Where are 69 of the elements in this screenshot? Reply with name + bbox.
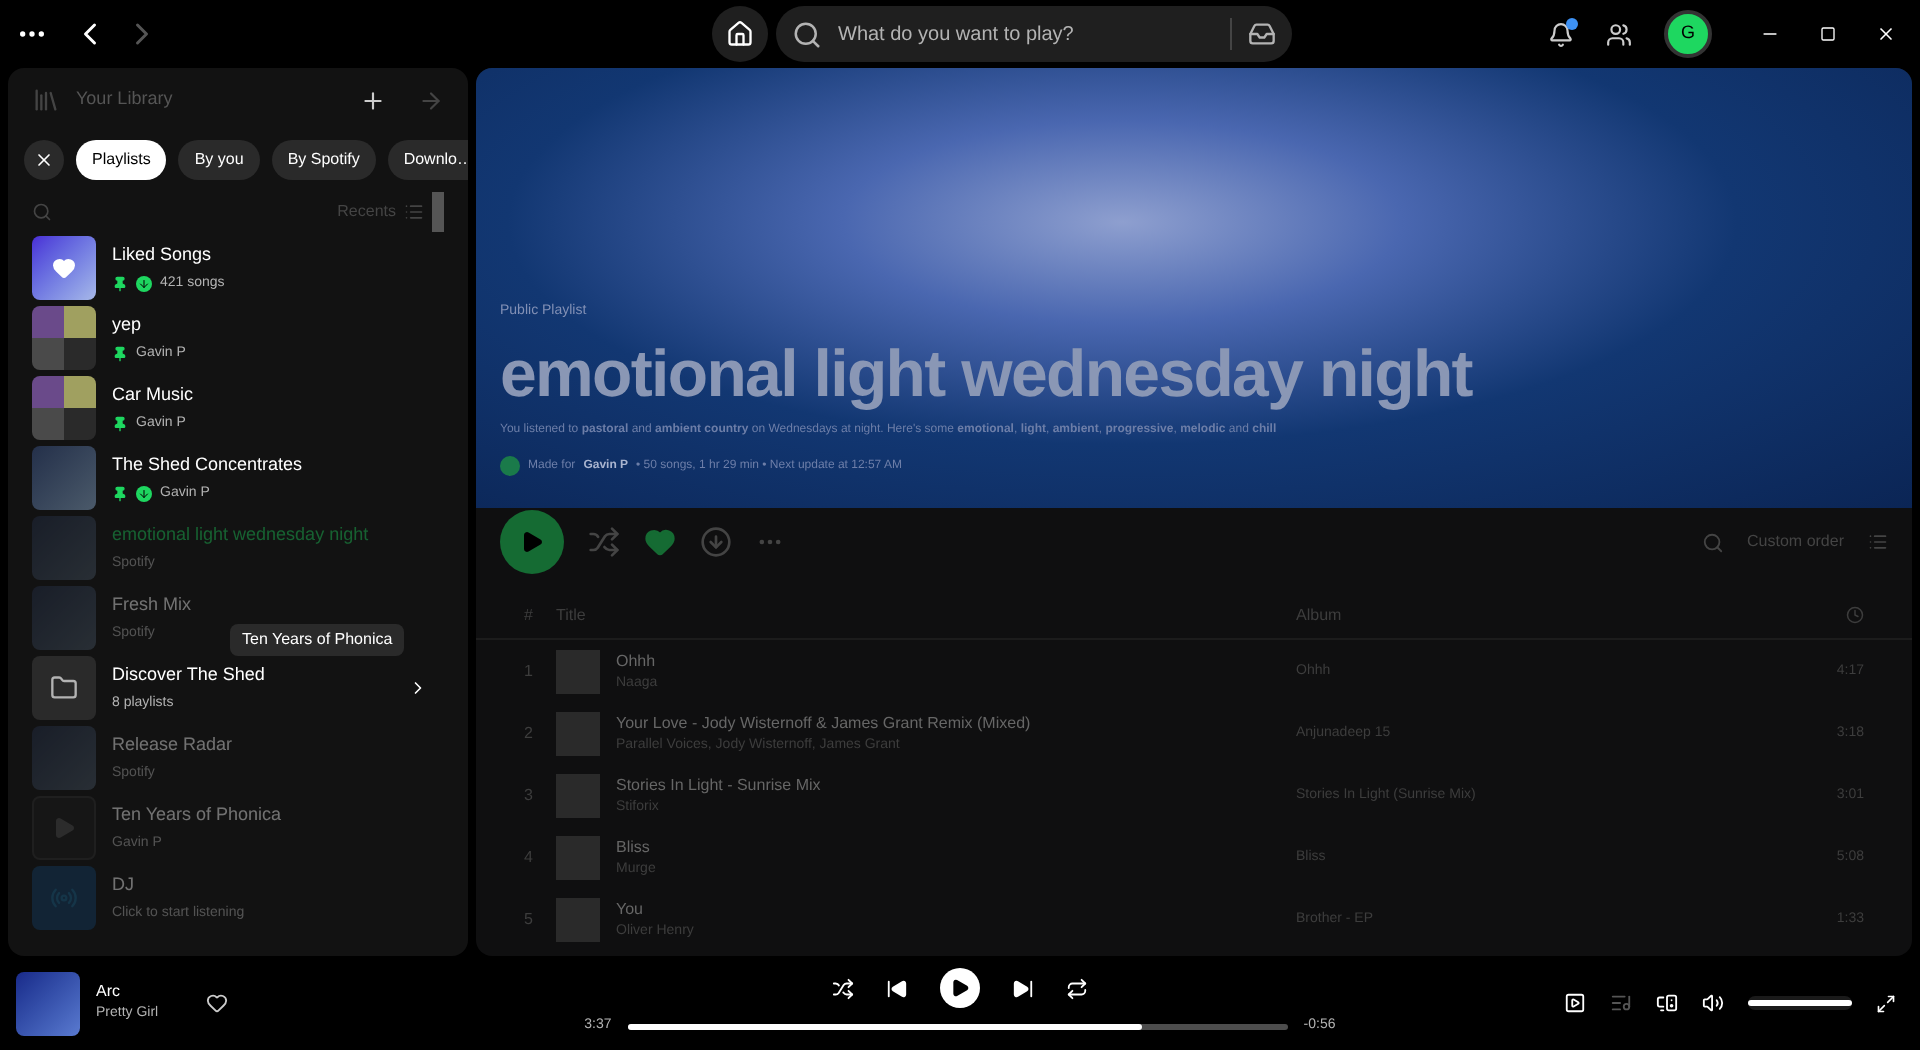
now-playing-title[interactable]: Arc (96, 980, 159, 1005)
item-title[interactable]: The Shed Concentrates (112, 452, 303, 479)
playlist-mosaic (32, 376, 96, 440)
album-cover (16, 971, 80, 1035)
playlist-cover (32, 726, 96, 790)
playlist-mosaic (32, 306, 96, 370)
close-icon[interactable] (1876, 24, 1896, 44)
liked-songs-cover (32, 236, 96, 300)
playlist-title: emotional light wednesday night (500, 333, 1475, 414)
playlist-cover (32, 516, 96, 580)
filter-chip[interactable]: Downlo… (387, 140, 468, 180)
previous-icon[interactable] (885, 977, 908, 1000)
profile-avatar[interactable]: G (1664, 10, 1712, 58)
now-playing-view-icon[interactable] (1564, 992, 1586, 1014)
repeat-icon[interactable] (1065, 977, 1088, 1000)
filter-chip[interactable]: By Spotify (271, 140, 376, 180)
track-title: Your Love - Jody Wisternoff & James Grant Remix (Mixed) (616, 711, 1033, 736)
track-title: Ohhh (616, 649, 658, 674)
add-icon[interactable] (360, 87, 386, 113)
search-field[interactable]: What do you want to play? (776, 6, 1292, 62)
devices-icon[interactable] (1656, 992, 1678, 1014)
item-title[interactable]: DJ (112, 872, 134, 899)
drag-tooltip: Ten Years of Phonica (230, 624, 405, 656)
column-header: # (524, 603, 535, 627)
track-title: Stories In Light - Sunrise Mix (616, 773, 823, 798)
item-title[interactable]: Car Music (112, 382, 194, 409)
item-title[interactable]: Liked Songs (112, 242, 212, 269)
item-title[interactable]: Discover The Shed (112, 662, 265, 689)
volume-icon[interactable] (1702, 992, 1724, 1014)
home-icon (726, 20, 754, 48)
track-title: You (616, 897, 645, 922)
search-input[interactable]: What do you want to play? (838, 19, 1214, 49)
shuffle-icon[interactable] (831, 977, 854, 1000)
track-title: Bliss (616, 835, 652, 860)
filter-chip[interactable]: Playlists (76, 140, 167, 180)
scrollbar-thumb[interactable] (432, 192, 444, 232)
track-artwork (556, 650, 600, 694)
folder-icon (50, 674, 78, 702)
volume-slider[interactable] (1748, 996, 1852, 1010)
library-title: Your Library (76, 86, 175, 113)
progress-track[interactable] (627, 1024, 1288, 1030)
like-icon[interactable] (206, 992, 229, 1014)
item-title[interactable]: Ten Years of Phonica (112, 802, 282, 829)
track-artwork (556, 712, 600, 756)
search-icon (792, 19, 822, 49)
track-artwork (556, 774, 600, 818)
track-artwork (556, 898, 600, 942)
clear-filter-button[interactable] (24, 140, 64, 180)
friends-icon[interactable] (1606, 21, 1632, 47)
playlist-cover (32, 586, 96, 650)
duration-icon (1846, 606, 1864, 624)
playlist-cover (32, 446, 96, 510)
browse-icon[interactable] (1248, 20, 1276, 48)
next-icon[interactable] (1011, 977, 1034, 1000)
play-icon (949, 978, 970, 999)
item-title[interactable]: Fresh Mix (112, 592, 192, 619)
play-icon (520, 530, 544, 554)
play-button[interactable] (939, 968, 980, 1009)
dj-cover (32, 866, 96, 930)
home-button[interactable] (712, 6, 768, 62)
item-title[interactable]: yep (112, 312, 142, 339)
notifications-icon[interactable] (1548, 21, 1574, 47)
close-icon (34, 150, 54, 170)
track-artwork (556, 836, 600, 880)
fullscreen-icon[interactable] (1876, 993, 1896, 1013)
maximize-icon[interactable] (1820, 26, 1836, 42)
item-title[interactable]: Release Radar (112, 732, 233, 759)
queue-icon[interactable] (1610, 992, 1632, 1014)
filter-chip[interactable]: By you (178, 140, 260, 180)
